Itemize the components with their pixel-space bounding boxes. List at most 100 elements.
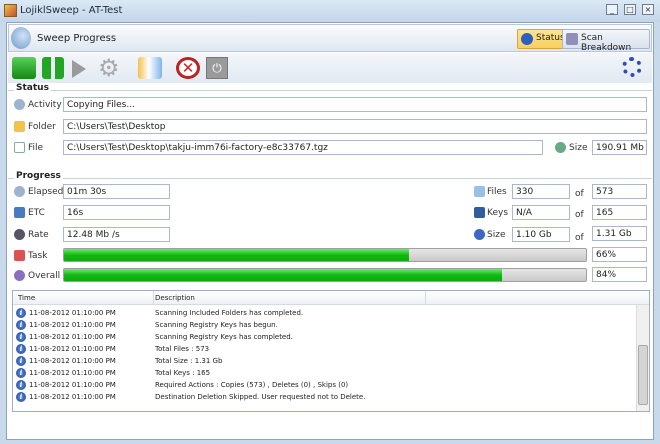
cancel-button[interactable]: ✕ xyxy=(176,57,200,79)
file-field: C:\Users\Test\Desktop\takju-imm76i-facto… xyxy=(63,140,543,155)
overall-progress-fill xyxy=(64,269,503,281)
maximize-button[interactable]: □ xyxy=(624,4,636,15)
toolbar: ⚙ ✕ ⏻ xyxy=(8,53,652,83)
log-time: 11-08-2012 01:10:00 PM xyxy=(29,309,116,317)
rate-field: 12.48 Mb /s xyxy=(63,227,170,242)
log-row[interactable]: i 11-08-2012 01:10:00 PM Required Action… xyxy=(13,379,633,391)
file-label: File xyxy=(28,143,44,153)
folder-field: C:\Users\Test\Desktop xyxy=(63,119,647,134)
ribbon: Sweep Progress Status Scan Breakdown xyxy=(8,24,652,53)
log-description: Total Keys : 165 xyxy=(155,369,211,377)
size-icon xyxy=(555,142,566,153)
log-row[interactable]: i 11-08-2012 01:10:00 PM Total Size : 1.… xyxy=(13,355,633,367)
log-row[interactable]: i 11-08-2012 01:10:00 PM Scanning Regist… xyxy=(13,331,633,343)
window-title: LojiklSweep - AT-Test xyxy=(20,5,123,16)
info-icon: i xyxy=(16,332,26,342)
keys-total-field: 165 xyxy=(592,205,647,220)
etc-field: 16s xyxy=(63,205,170,220)
info-icon: i xyxy=(16,308,26,318)
elapsed-icon xyxy=(14,186,25,197)
keys-field: N/A xyxy=(512,205,570,220)
elapsed-field: 01m 30s xyxy=(63,184,170,199)
settings-button[interactable]: ⚙ xyxy=(98,56,122,80)
log-description: Total Size : 1.31 Gb xyxy=(155,357,223,365)
minimize-button[interactable]: _ xyxy=(606,4,618,15)
rate-icon xyxy=(14,229,25,240)
log-row[interactable]: i 11-08-2012 01:10:00 PM Scanning Includ… xyxy=(13,307,633,319)
log-time: 11-08-2012 01:10:00 PM xyxy=(29,333,116,341)
overall-progress-bar xyxy=(63,268,587,282)
progress-group xyxy=(8,178,652,179)
size-pie-icon xyxy=(474,229,485,240)
log-time: 11-08-2012 01:10:00 PM xyxy=(29,321,116,329)
tab-scan-breakdown-label: Scan Breakdown xyxy=(581,33,632,53)
play-button[interactable] xyxy=(72,60,86,78)
folder-icon xyxy=(14,121,25,132)
log-row[interactable]: i 11-08-2012 01:10:00 PM Destination Del… xyxy=(13,391,633,403)
size-label: Size xyxy=(487,230,506,240)
tab-status-label: Status xyxy=(536,33,565,43)
busy-spinner-icon xyxy=(622,57,642,77)
task-progress-fill xyxy=(64,249,409,261)
overall-label: Overall xyxy=(28,271,61,281)
info-icon: i xyxy=(16,380,26,390)
activity-label: Activity xyxy=(28,100,62,110)
info-icon: i xyxy=(16,344,26,354)
size-field: 1.10 Gb xyxy=(512,227,570,242)
task-icon xyxy=(14,250,25,261)
log-list[interactable]: Time Description i 11-08-2012 01:10:00 P… xyxy=(12,290,650,412)
app-icon xyxy=(4,4,17,17)
log-scrollbar[interactable] xyxy=(636,305,649,411)
scrollbar-thumb[interactable] xyxy=(638,345,648,405)
log-time: 11-08-2012 01:10:00 PM xyxy=(29,345,116,353)
file-icon xyxy=(14,142,25,153)
info-icon: i xyxy=(16,392,26,402)
log-description: Scanning Registry Keys has completed. xyxy=(155,333,293,341)
files-icon xyxy=(474,186,485,197)
info-icon: i xyxy=(16,356,26,366)
title-bar: LojiklSweep - AT-Test _ □ × xyxy=(0,0,660,22)
size-of-label: of xyxy=(575,233,584,243)
tab-scan-breakdown[interactable]: Scan Breakdown xyxy=(562,29,650,53)
etc-icon xyxy=(14,207,25,218)
etc-label: ETC xyxy=(28,208,45,218)
file-size-label: Size xyxy=(569,143,588,153)
column-time[interactable]: Time xyxy=(18,294,35,302)
log-time: 11-08-2012 01:10:00 PM xyxy=(29,369,116,377)
task-percent-field: 66% xyxy=(592,247,647,262)
ribbon-title: Sweep Progress xyxy=(37,33,117,44)
overall-percent-field: 84% xyxy=(592,267,647,282)
progress-heading: Progress xyxy=(14,171,63,181)
log-description: Destination Deletion Skipped. User reque… xyxy=(155,393,366,401)
status-heading: Status xyxy=(14,83,51,93)
power-button[interactable]: ⏻ xyxy=(206,57,228,79)
column-description[interactable]: Description xyxy=(155,294,195,302)
log-row[interactable]: i 11-08-2012 01:10:00 PM Total Keys : 16… xyxy=(13,367,633,379)
task-label: Task xyxy=(28,251,48,261)
activity-icon xyxy=(14,99,25,110)
keys-of-label: of xyxy=(575,210,584,220)
log-description: Scanning Included Folders has completed. xyxy=(155,309,304,317)
folder-label: Folder xyxy=(28,122,56,132)
log-row[interactable]: i 11-08-2012 01:10:00 PM Scanning Regist… xyxy=(13,319,633,331)
files-of-label: of xyxy=(575,189,584,199)
sweep-progress-icon xyxy=(11,27,31,49)
pause-button[interactable] xyxy=(42,57,64,79)
log-time: 11-08-2012 01:10:00 PM xyxy=(29,393,116,401)
status-group xyxy=(8,90,652,91)
log-description: Required Actions : Copies (573) , Delete… xyxy=(155,381,349,389)
log-row[interactable]: i 11-08-2012 01:10:00 PM Total Files : 5… xyxy=(13,343,633,355)
log-description: Scanning Registry Keys has begun. xyxy=(155,321,278,329)
open-log-button[interactable] xyxy=(138,57,162,79)
stop-button[interactable] xyxy=(12,57,36,79)
rate-label: Rate xyxy=(28,230,49,240)
size-total-field: 1.31 Gb xyxy=(592,226,647,241)
log-header: Time Description xyxy=(13,291,649,305)
info-icon: i xyxy=(16,368,26,378)
keys-label: Keys xyxy=(487,208,509,218)
activity-field: Copying Files... xyxy=(63,97,647,112)
file-size-field: 190.91 Mb xyxy=(592,140,647,155)
files-label: Files xyxy=(487,187,507,197)
close-button[interactable]: × xyxy=(642,4,654,15)
files-field: 330 xyxy=(512,184,570,199)
